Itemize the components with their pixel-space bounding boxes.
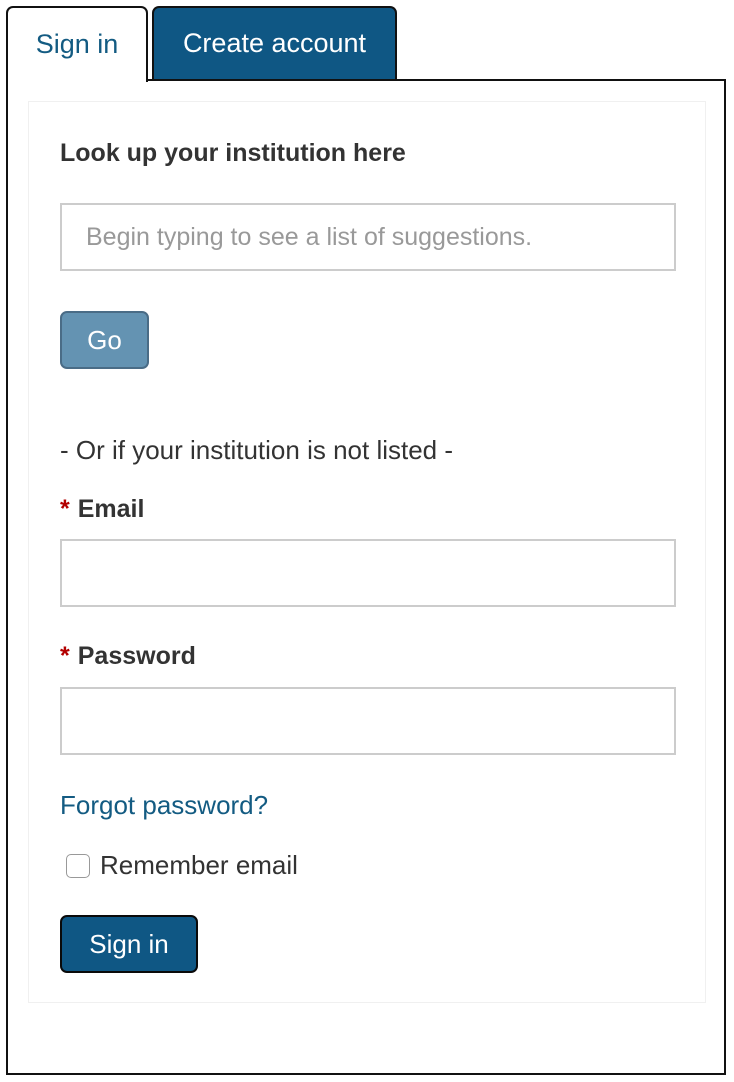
institution-label: Look up your institution here — [60, 139, 406, 167]
required-indicator: * — [60, 495, 70, 523]
sign-in-button[interactable]: Sign in — [60, 915, 198, 973]
alternative-divider-text: - Or if your institution is not listed - — [60, 435, 454, 465]
go-button[interactable]: Go — [60, 311, 149, 369]
sign-in-widget: Sign in Create account Look up your inst… — [0, 0, 734, 1082]
email-label: * Email — [60, 495, 144, 524]
tab-create-account-label: Create account — [182, 27, 367, 58]
remember-email-option[interactable]: Remember email — [66, 850, 298, 881]
remember-email-checkbox[interactable] — [66, 853, 90, 878]
tab-sign-in-label: Sign in — [35, 28, 119, 59]
email-field[interactable] — [60, 539, 676, 607]
password-label: * Password — [60, 642, 196, 671]
forgot-password-link[interactable]: Forgot password? — [60, 790, 268, 821]
institution-search-input[interactable] — [60, 203, 676, 271]
sign-in-button-label: Sign in — [89, 928, 169, 959]
remember-email-label: Remember email — [100, 850, 298, 880]
password-field[interactable] — [60, 687, 676, 755]
required-indicator: * — [60, 642, 70, 670]
tab-sign-in[interactable]: Sign in — [6, 6, 148, 82]
sign-in-panel: Look up your institution here Go - Or if… — [6, 79, 726, 1075]
tab-create-account[interactable]: Create account — [152, 6, 397, 80]
sign-in-form: Look up your institution here Go - Or if… — [28, 101, 706, 1003]
go-button-label: Go — [87, 324, 122, 355]
password-label-text: Password — [77, 642, 196, 670]
email-label-text: Email — [77, 495, 145, 523]
